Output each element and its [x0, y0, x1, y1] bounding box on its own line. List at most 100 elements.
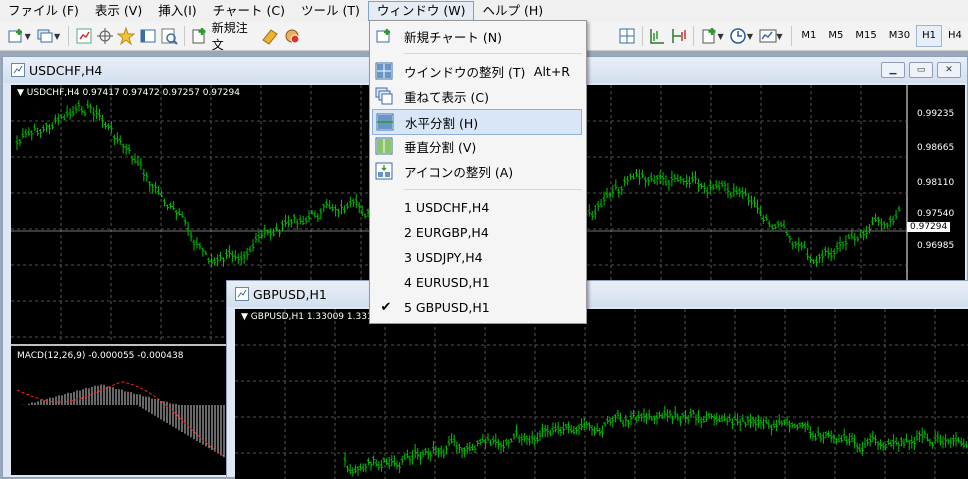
toolbar-separator — [68, 26, 70, 46]
toolbar-separator — [183, 26, 185, 46]
templates-icon[interactable] — [758, 25, 777, 47]
price-label: 0.98110 — [917, 178, 955, 188]
timeframe-h4[interactable]: H4 — [942, 25, 968, 47]
dropdown-caret-icon[interactable]: ▼ — [776, 32, 782, 41]
menu-item-arrange-icons[interactable]: アイコンの整列 (A) — [372, 159, 582, 183]
favorites-star-icon[interactable] — [117, 25, 136, 47]
price-label: 0.98665 — [917, 143, 955, 153]
menu-item-window-1[interactable]: 1 USDCHF,H4 — [372, 195, 582, 219]
chart-window-icon — [11, 63, 25, 77]
metaeditor-icon[interactable] — [261, 25, 280, 47]
chart-window-icon — [235, 287, 249, 301]
menu-help[interactable]: ヘルプ (H) — [474, 1, 551, 21]
macd-header: MACD(12,26,9) -0.000055 -0.000438 — [17, 351, 183, 361]
tile-vertical-icon — [374, 136, 394, 156]
menu-item-cascade[interactable]: 重ねて表示 (C) — [372, 84, 582, 108]
menu-item-label: 新規チャート (N) — [404, 29, 502, 45]
gbpusd-chart-area[interactable]: ▼ GBPUSD,H1 1.33009 1.331 — [235, 309, 968, 479]
window-title: USDCHF,H4 — [29, 62, 103, 78]
chart-header-info: ▼ GBPUSD,H1 1.33009 1.331 — [241, 312, 373, 322]
timeframe-m30[interactable]: M30 — [883, 25, 916, 47]
menu-insert[interactable]: 挿入(I) — [150, 1, 204, 21]
menu-item-label: 3 USDJPY,H4 — [404, 249, 483, 265]
toolbar-separator — [641, 26, 643, 46]
menu-view[interactable]: 表示 (V) — [87, 1, 150, 21]
menu-tools[interactable]: ツール (T) — [293, 1, 368, 21]
macd-label: MACD(12,26,9) -0.000055 -0.000438 — [17, 351, 184, 361]
checkmark-icon: ✔ — [380, 299, 392, 315]
cascade-icon — [374, 86, 394, 106]
price-label: 0.96985 — [917, 241, 955, 251]
symbol-ohlc-label: GBPUSD,H1 1.33009 1.331 — [250, 312, 373, 322]
menu-window[interactable]: ウィンドウ (W) — [367, 1, 475, 21]
menu-item-tile-horizontal[interactable]: 水平分割 (H) — [372, 109, 582, 135]
dropdown-caret-icon[interactable]: ▼ — [54, 32, 60, 41]
menu-item-window-2[interactable]: 2 EURGBP,H4 — [372, 220, 582, 244]
terminal-icon[interactable] — [138, 25, 157, 47]
timeframe-m15[interactable]: M15 — [849, 25, 882, 47]
market-watch-icon[interactable] — [74, 25, 93, 47]
tile-windows-icon[interactable] — [618, 25, 637, 47]
menu-file[interactable]: ファイル (F) — [0, 1, 87, 21]
menu-item-label: 水平分割 (H) — [405, 115, 479, 131]
header-collapse-icon[interactable]: ▼ — [17, 88, 24, 98]
toolbar-separator — [693, 26, 695, 46]
menu-chart[interactable]: チャート (C) — [205, 1, 293, 21]
menu-item-label: 垂直分割 (V) — [404, 139, 477, 155]
menu-item-label: 重ねて表示 (C) — [404, 89, 489, 105]
menu-item-window-5[interactable]: ✔ 5 GBPUSD,H1 — [372, 295, 582, 319]
menu-item-label: 2 EURGBP,H4 — [404, 224, 489, 240]
timeframe-m1[interactable]: M1 — [795, 25, 822, 47]
symbol-ohlc-label: USDCHF,H4 0.97417 0.97472 0.97257 0.9729… — [26, 88, 240, 98]
timeframe-h1[interactable]: H1 — [916, 25, 943, 47]
crosshair-icon[interactable] — [95, 25, 114, 47]
chart-window-gbpusd[interactable]: GBPUSD,H1 ▼ GBPUSD,H1 1.33009 1.331 — [226, 280, 968, 479]
timeframe-m5[interactable]: M5 — [822, 25, 849, 47]
menu-item-tile-windows[interactable]: ウインドウの整列 (T) Alt+R — [372, 59, 582, 83]
indicators-icon[interactable] — [699, 25, 718, 47]
dropdown-caret-icon[interactable]: ▼ — [25, 32, 31, 41]
new-order-label[interactable]: 新規注文 — [212, 19, 254, 53]
autotrading-icon[interactable] — [282, 25, 301, 47]
autoscroll-icon[interactable] — [669, 25, 688, 47]
price-label: 0.97540 — [917, 209, 955, 219]
current-price-label: 0.97294 — [907, 222, 951, 232]
chart-header-info: ▼ USDCHF,H4 0.97417 0.97472 0.97257 0.97… — [17, 88, 240, 98]
gbpusd-candles — [235, 309, 968, 479]
menu-item-label: 5 GBPUSD,H1 — [404, 299, 490, 315]
profiles-icon[interactable] — [36, 25, 55, 47]
price-label: 0.99235 — [917, 109, 955, 119]
menu-item-label: アイコンの整列 (A) — [404, 164, 514, 180]
menu-item-label: ウインドウの整列 (T) — [404, 64, 526, 80]
menu-item-shortcut: Alt+R — [533, 63, 570, 79]
menu-item-new-chart[interactable]: 新規チャート (N) — [372, 24, 582, 48]
dropdown-caret-icon[interactable]: ▼ — [747, 32, 753, 41]
minimize-button[interactable]: ▁ — [881, 62, 905, 78]
menu-separator — [404, 53, 582, 54]
toolbar-separator — [790, 26, 792, 46]
window-controls: ▁ ▭ ✕ — [881, 62, 961, 78]
menu-item-label: 4 EURUSD,H1 — [404, 274, 490, 290]
dropdown-caret-icon[interactable]: ▼ — [717, 32, 723, 41]
tile-windows-icon — [374, 61, 394, 81]
restore-button[interactable]: ▭ — [909, 62, 933, 78]
menu-item-window-4[interactable]: 4 EURUSD,H1 — [372, 270, 582, 294]
window-menu-dropdown: 新規チャート (N) ウインドウの整列 (T) Alt+R 重ねて表示 (C) … — [369, 20, 587, 324]
menu-separator — [404, 189, 582, 190]
menu-bar: ファイル (F) 表示 (V) 挿入(I) チャート (C) ツール (T) ウ… — [0, 0, 968, 22]
strategy-tester-icon[interactable] — [159, 25, 178, 47]
arrange-icons-icon — [374, 161, 394, 181]
menu-item-window-3[interactable]: 3 USDJPY,H4 — [372, 245, 582, 269]
new-chart-icon — [374, 26, 394, 46]
close-button[interactable]: ✕ — [937, 62, 961, 78]
chart-shift-icon[interactable] — [648, 25, 667, 47]
header-collapse-icon[interactable]: ▼ — [241, 312, 248, 322]
new-order-icon[interactable] — [189, 25, 208, 47]
window-title-bar[interactable]: GBPUSD,H1 — [227, 281, 968, 307]
new-chart-icon[interactable] — [6, 25, 25, 47]
periods-clock-icon[interactable] — [729, 25, 748, 47]
tile-horizontal-icon — [375, 112, 395, 132]
window-title: GBPUSD,H1 — [253, 286, 327, 302]
menu-item-label: 1 USDCHF,H4 — [404, 199, 490, 215]
menu-item-tile-vertical[interactable]: 垂直分割 (V) — [372, 134, 582, 158]
